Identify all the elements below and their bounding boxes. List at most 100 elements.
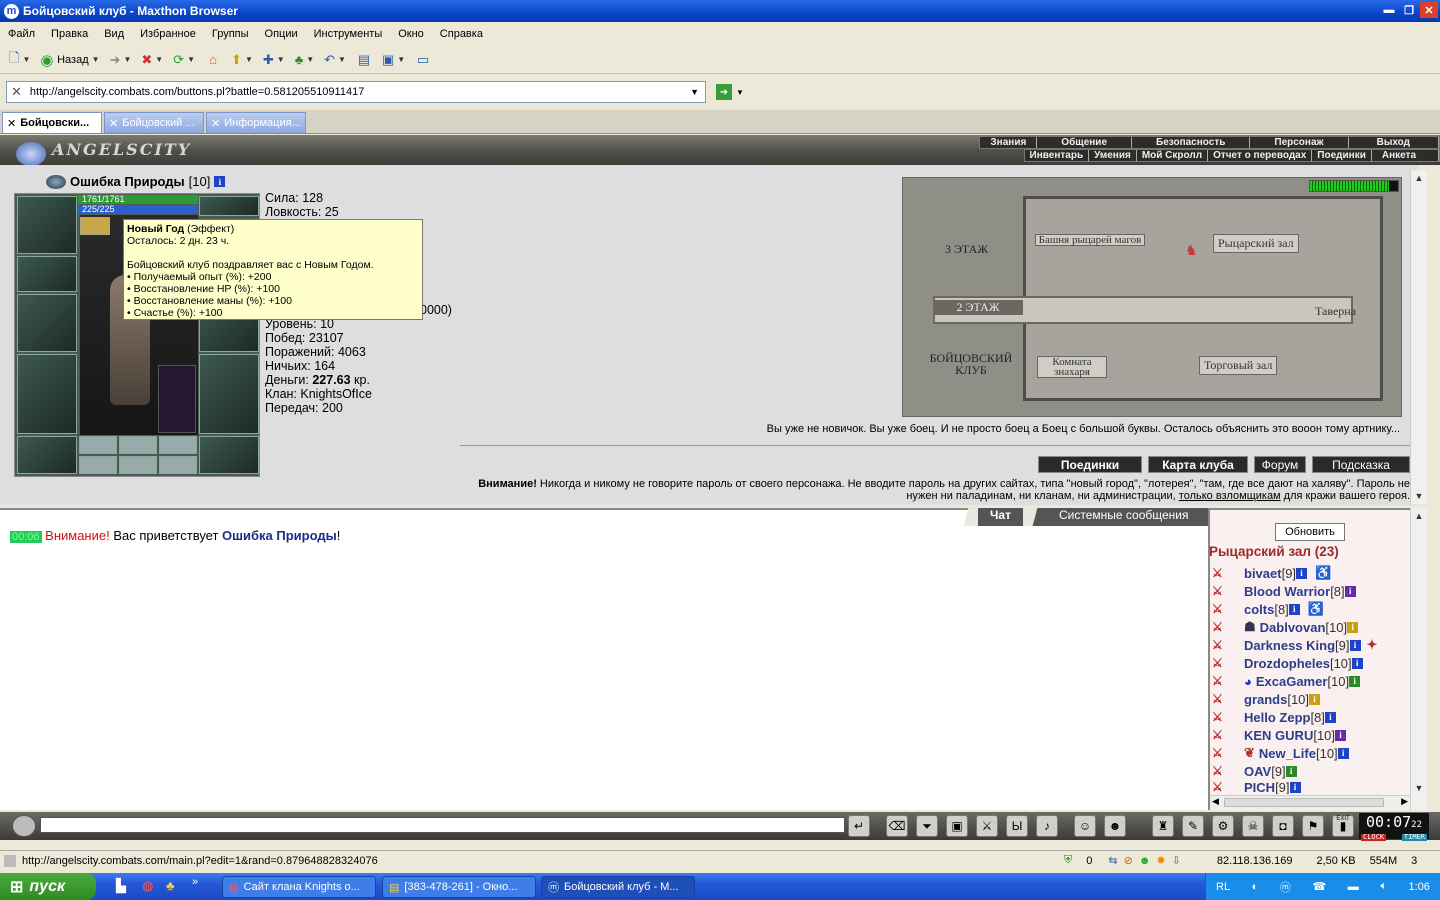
mouse-gesture-icon[interactable]: ☻ xyxy=(1139,855,1151,867)
address-url[interactable]: http://angelscity.combats.com/buttons.pl… xyxy=(30,86,364,98)
scroll-down-icon[interactable]: ▼ xyxy=(1411,488,1427,504)
info-icon[interactable]: i xyxy=(1324,711,1336,723)
info-icon[interactable]: i xyxy=(1351,657,1363,669)
user-row[interactable]: ⚔ Hello Zepp [8] i xyxy=(1212,708,1336,726)
boots-slot[interactable] xyxy=(199,436,259,474)
menu-tools[interactable]: Инструменты xyxy=(306,28,391,40)
rune-slot-3[interactable] xyxy=(159,456,197,474)
new-page-button[interactable]: 🗋 ▼ xyxy=(6,49,33,71)
chat-username[interactable]: Ошибка Природы xyxy=(222,528,337,543)
network-icon[interactable]: ▬ xyxy=(1348,881,1359,893)
sidebar-icon[interactable]: ▤ xyxy=(353,49,375,71)
armor-slot[interactable] xyxy=(17,354,77,434)
timer-label[interactable]: TIMER xyxy=(1401,834,1427,841)
info-icon[interactable]: i xyxy=(1335,729,1347,741)
fight-icon[interactable]: ⚔ xyxy=(976,815,998,837)
inventory-icon[interactable]: ⚙ xyxy=(1212,815,1234,837)
hint-button[interactable]: Подсказка xyxy=(1312,456,1410,473)
hackers-link[interactable]: только взломщикам xyxy=(1179,490,1281,502)
map-fight-club[interactable]: БОЙЦОВСКИЙ КЛУБ xyxy=(925,352,1017,376)
user-row[interactable]: ⚔ ◕ ExcaGamer [10] i xyxy=(1212,672,1361,690)
info-icon[interactable]: i xyxy=(1349,675,1361,687)
nav-my-scroll[interactable]: Мой Скролл xyxy=(1137,150,1209,161)
menu-favorites[interactable]: Избранное xyxy=(132,28,204,40)
download-icon[interactable]: ⇩ xyxy=(1172,854,1181,867)
tab-fightclub-2[interactable]: ✕ Бойцовский ... xyxy=(104,112,204,133)
rune-slot-1[interactable] xyxy=(79,456,117,474)
send-icon[interactable]: ↵ xyxy=(848,815,870,837)
nav-fights[interactable]: Поединки xyxy=(1312,150,1372,161)
tray-icon[interactable]: ⓜ xyxy=(1280,879,1291,895)
menu-options[interactable]: Опции xyxy=(257,28,306,40)
map-trade-hall[interactable]: Торговый зал xyxy=(1199,356,1278,375)
tab-system-messages[interactable]: Системные сообщения xyxy=(1032,508,1215,526)
bag-icon[interactable]: ◘ xyxy=(1272,815,1294,837)
taskbar-item-chat-window[interactable]: ▤ [383-478-261] - Окно... xyxy=(382,876,536,898)
refresh-button[interactable]: ⟳ ▼ xyxy=(170,49,198,71)
translit-icon[interactable]: Ы xyxy=(1006,815,1028,837)
user-row[interactable]: ⚔ KEN GURU [10] i xyxy=(1212,726,1347,744)
ad-icon[interactable]: ⊘ xyxy=(1124,854,1133,867)
bracer-slot[interactable] xyxy=(17,256,77,292)
info-icon[interactable]: i xyxy=(1347,621,1359,633)
back-button[interactable]: ◉ Назад ▼ xyxy=(37,49,102,71)
scroll-up-icon[interactable]: ▲ xyxy=(1411,508,1427,524)
address-dropdown-icon[interactable]: ▼ xyxy=(690,87,699,97)
exit-icon[interactable]: EXIT ▮ xyxy=(1332,815,1354,837)
users-hscrollbar[interactable]: ◀ ▶ xyxy=(1210,795,1410,809)
restore-button[interactable]: ❐ xyxy=(1400,2,1418,18)
scroll-right-icon[interactable]: ▶ xyxy=(1401,796,1408,807)
nav-communication[interactable]: Общение xyxy=(1037,137,1132,148)
attack-icon[interactable]: ⚔ xyxy=(1212,638,1232,652)
map-floor-2[interactable]: 2 ЭТАЖ xyxy=(933,300,1023,315)
leggings-slot[interactable] xyxy=(199,354,259,434)
flag-icon[interactable]: ⚑ xyxy=(1302,815,1324,837)
club-map-button[interactable]: Карта клуба xyxy=(1148,456,1248,473)
menu-help[interactable]: Справка xyxy=(432,28,491,40)
info-icon[interactable]: i xyxy=(1344,585,1356,597)
clear-icon[interactable]: ⌫ xyxy=(886,815,908,837)
tree-icon[interactable]: ♣ ▼ xyxy=(292,49,317,71)
minimize-button[interactable]: ▬ xyxy=(1380,2,1398,18)
info-icon[interactable]: i xyxy=(1289,781,1301,793)
attack-icon[interactable]: ⚔ xyxy=(1212,764,1232,778)
taskbar-item-clan-site[interactable]: ◍ Сайт клана Knights o... xyxy=(222,876,376,898)
users-scrollbar[interactable]: ▲ ▼ xyxy=(1410,508,1427,810)
quicklaunch-icon[interactable]: ♣ xyxy=(166,878,175,893)
amulet-slot[interactable] xyxy=(199,196,259,216)
attack-icon[interactable]: ⚔ xyxy=(1212,566,1232,580)
speaker-icon[interactable] xyxy=(12,815,36,837)
start-button[interactable]: ⊞ пуск xyxy=(0,873,96,900)
mask-icon[interactable]: ☻ xyxy=(1104,815,1126,837)
fights-button[interactable]: Поединки xyxy=(1038,456,1142,473)
screenshot-icon[interactable]: ▣ ▼ xyxy=(379,49,408,71)
user-row[interactable]: ⚔ ❦ New_Life [10] i xyxy=(1212,744,1349,762)
scroll-icon[interactable]: ✎ xyxy=(1182,815,1204,837)
user-row[interactable]: ⚔ Darkness King [9] i ✦ xyxy=(1212,636,1377,654)
info-icon[interactable]: i xyxy=(214,176,226,187)
menu-view[interactable]: Вид xyxy=(96,28,132,40)
belt-slot[interactable] xyxy=(17,436,77,474)
ring-slot-3[interactable] xyxy=(159,436,197,454)
forum-button[interactable]: Форум xyxy=(1254,456,1306,473)
user-row[interactable]: ⚔ ☗ Dablvovan [10] i xyxy=(1212,618,1359,636)
language-indicator[interactable]: RL xyxy=(1216,881,1230,893)
stop-button[interactable]: ✖ ▼ xyxy=(138,49,166,71)
menu-edit[interactable]: Правка xyxy=(43,28,96,40)
attack-icon[interactable]: ⚔ xyxy=(1212,692,1232,706)
address-bar[interactable]: ✕ http://angelscity.combats.com/buttons.… xyxy=(6,81,706,103)
nav-exit[interactable]: Выход xyxy=(1349,137,1439,148)
attack-icon[interactable]: ⚔ xyxy=(1212,780,1232,794)
attack-icon[interactable]: ⚔ xyxy=(1212,620,1232,634)
taskbar-item-fightclub[interactable]: ⓜ Бойцовский клуб - M... xyxy=(541,876,695,898)
skull-icon[interactable]: ☠ xyxy=(1242,815,1264,837)
nav-profile[interactable]: Анкета xyxy=(1372,150,1439,161)
quicklaunch-icon[interactable]: ▙ xyxy=(116,878,126,894)
ring-slot-1[interactable] xyxy=(79,436,117,454)
info-icon[interactable]: i xyxy=(1296,567,1308,579)
user-row[interactable]: ⚔ PICH [9] i xyxy=(1212,780,1301,794)
nav-character[interactable]: Персонаж xyxy=(1250,137,1349,148)
user-row[interactable]: ⚔ Drozdopheles [10] i xyxy=(1212,654,1363,672)
nav-knowledge[interactable]: Знания xyxy=(980,137,1038,148)
nav-transfer-report[interactable]: Отчет о переводах xyxy=(1208,150,1313,161)
